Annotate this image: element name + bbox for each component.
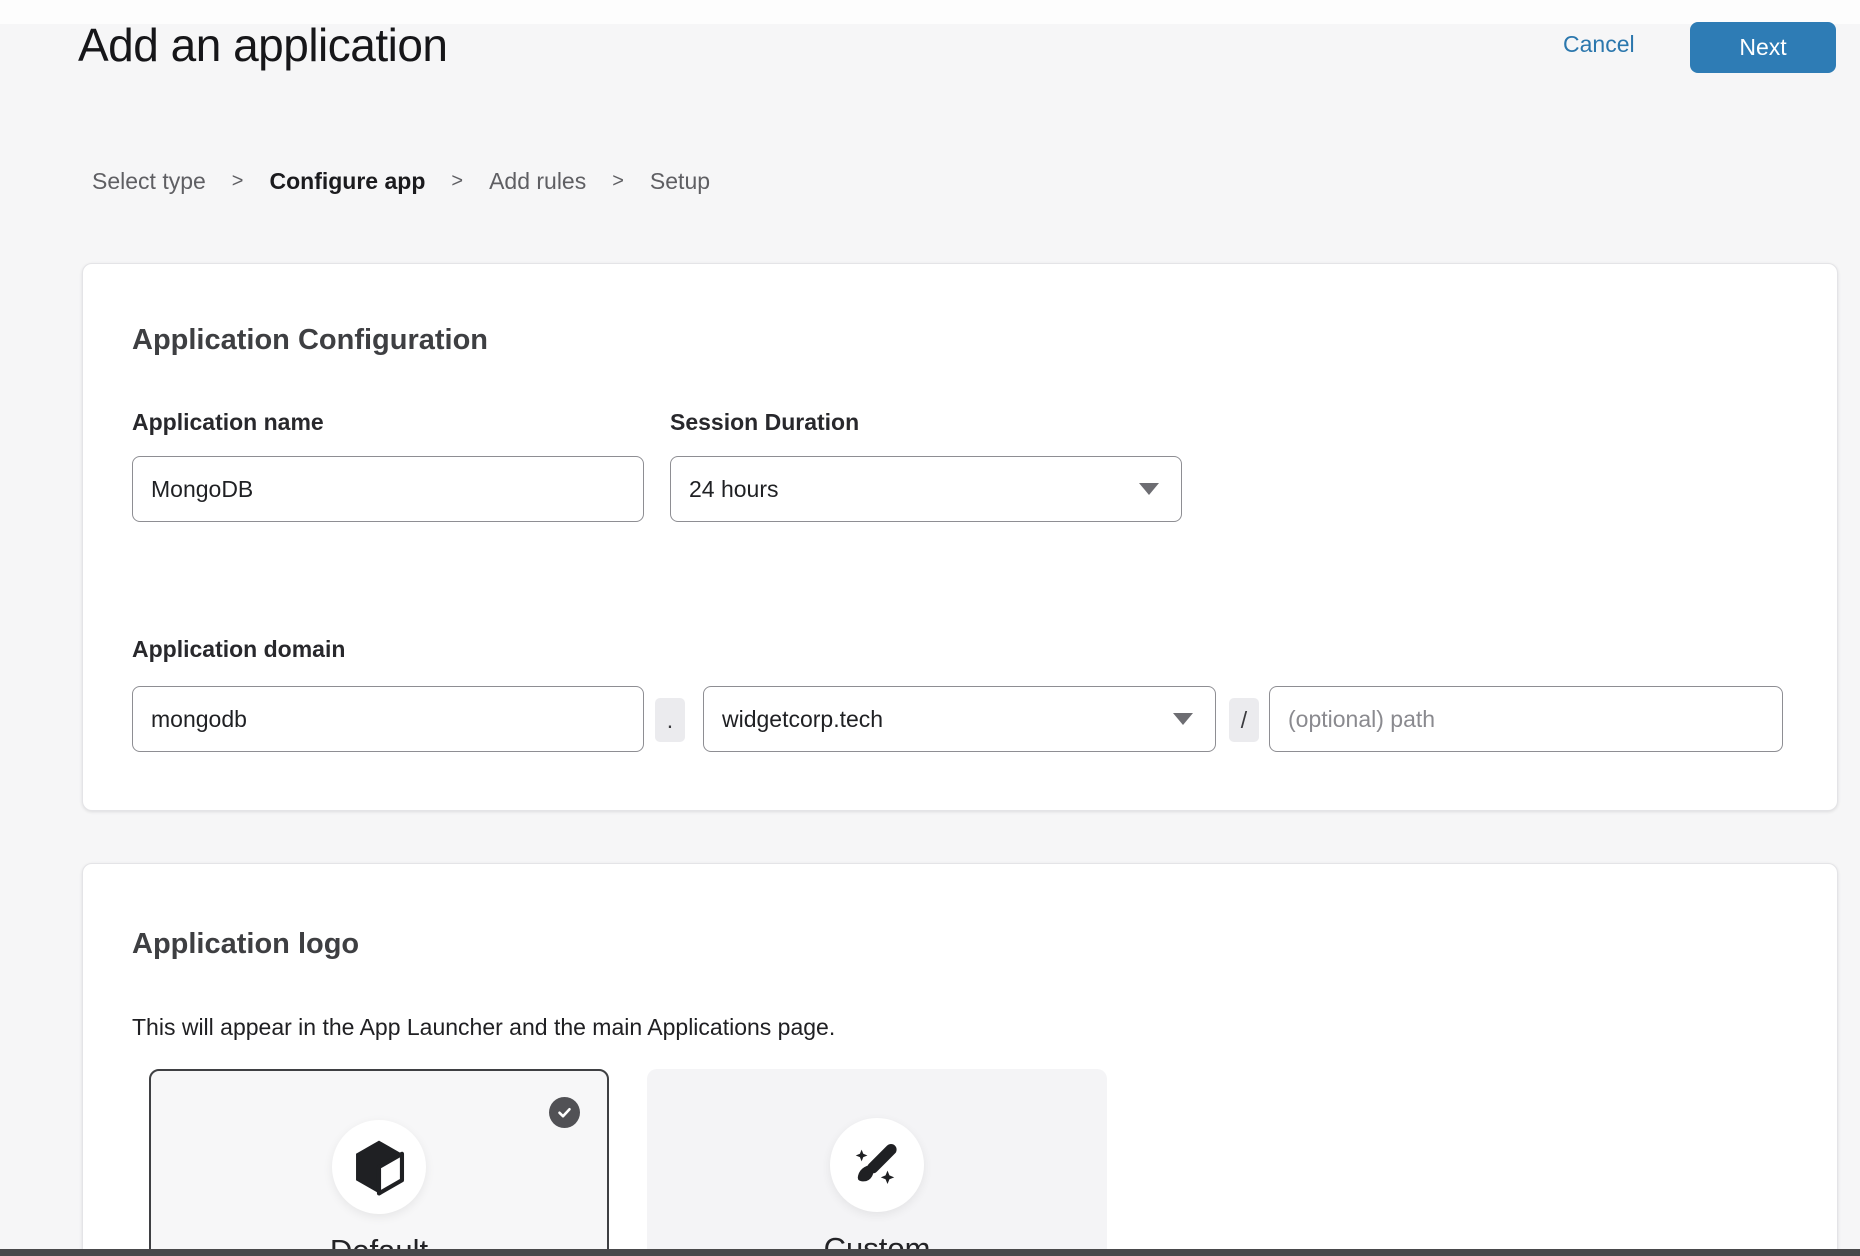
breadcrumb-separator-icon: > [232,170,244,193]
next-button[interactable]: Next [1690,22,1836,73]
dot-separator: . [655,698,685,742]
session-duration-value: 24 hours [689,476,779,503]
breadcrumb: Select type > Configure app > Add rules … [92,168,710,195]
step-configure-app[interactable]: Configure app [269,168,425,195]
chevron-down-icon [1173,713,1193,725]
application-logo-card: Application logo This will appear in the… [82,863,1838,1256]
logo-option-default[interactable]: Default [149,1069,609,1256]
page-title: Add an application [78,18,448,72]
breadcrumb-separator-icon: > [612,170,624,193]
breadcrumb-separator-icon: > [451,170,463,193]
chevron-down-icon [1139,483,1159,495]
application-name-label: Application name [132,409,324,436]
session-duration-select[interactable]: 24 hours [670,456,1182,522]
cancel-button[interactable]: Cancel [1563,31,1635,58]
application-configuration-card: Application Configuration Application na… [82,263,1838,811]
subdomain-input[interactable] [132,686,644,752]
step-select-type[interactable]: Select type [92,168,206,195]
application-logo-heading: Application logo [132,928,359,961]
domain-select[interactable]: widgetcorp.tech [703,686,1216,752]
application-name-input[interactable] [132,456,644,522]
default-logo-circle [332,1120,426,1214]
add-application-page: Add an application Cancel Next Select ty… [0,0,1860,1256]
paintbrush-icon [849,1137,905,1193]
application-logo-description: This will appear in the App Launcher and… [132,1014,835,1041]
domain-value: widgetcorp.tech [722,706,883,733]
application-domain-label: Application domain [132,636,345,663]
selected-check-badge [549,1097,580,1128]
slash-separator: / [1229,698,1259,742]
step-add-rules[interactable]: Add rules [489,168,586,195]
logo-option-custom[interactable]: Custom [647,1069,1107,1256]
cube-icon [350,1136,408,1198]
check-icon [556,1104,573,1121]
application-configuration-heading: Application Configuration [132,324,488,357]
custom-logo-circle [830,1118,924,1212]
path-input[interactable] [1269,686,1783,752]
step-setup[interactable]: Setup [650,168,710,195]
bottom-window-edge [0,1249,1860,1256]
session-duration-label: Session Duration [670,409,859,436]
